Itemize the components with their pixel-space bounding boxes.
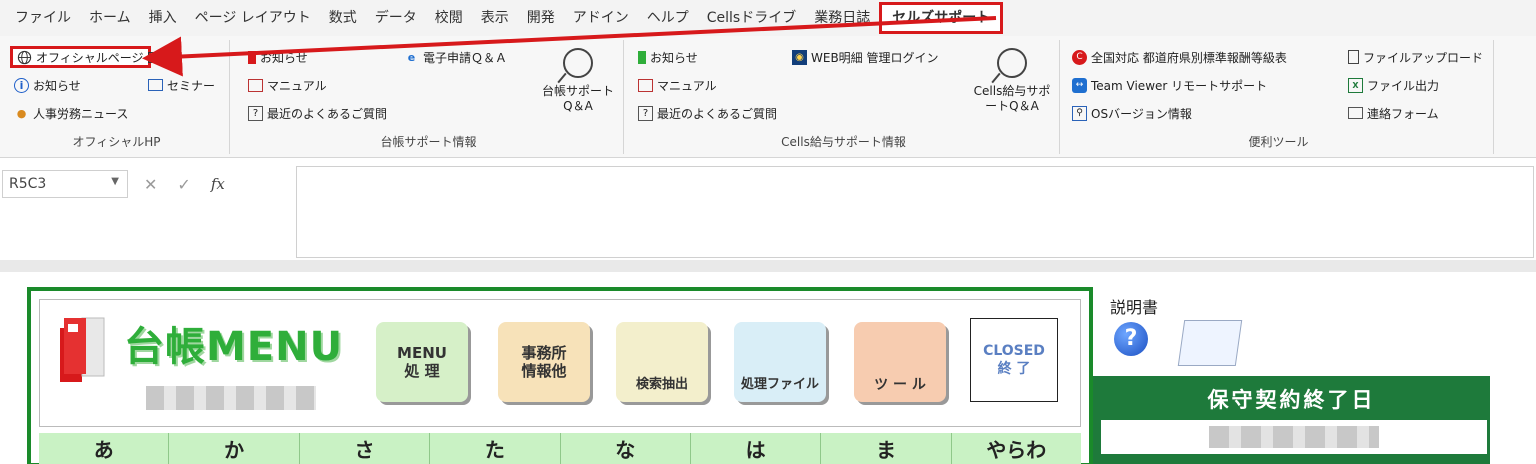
- annotation-arrow: [142, 16, 997, 77]
- excel-window: ファイル ホーム 挿入 ページ レイアウト 数式 データ 校閲 表示 開発 アド…: [0, 0, 1536, 464]
